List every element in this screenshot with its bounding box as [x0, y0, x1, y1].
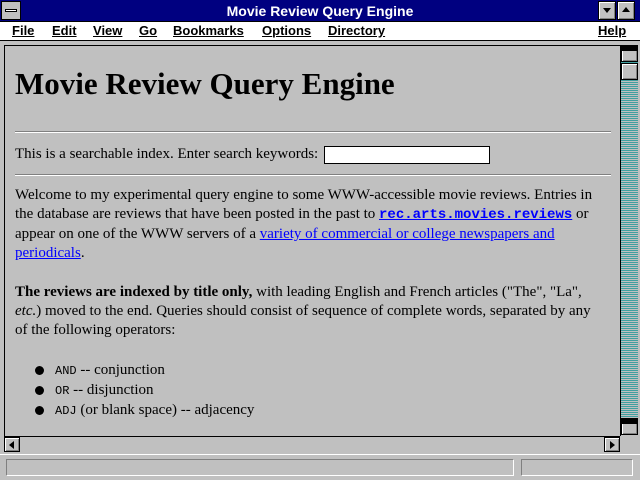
list-item: OR -- disjunction: [35, 381, 254, 401]
scroll-left-icon: [9, 441, 14, 449]
scroll-right-icon: [610, 441, 615, 449]
minimize-button[interactable]: [598, 1, 616, 20]
intro-text: .: [80, 245, 85, 261]
minimize-icon: [603, 8, 611, 13]
menu-edit[interactable]: Edit: [52, 23, 77, 38]
page-content: Movie Review Query Engine This is a sear…: [15, 46, 615, 418]
menu-help[interactable]: Help: [598, 23, 626, 38]
bullet-icon: [35, 366, 44, 375]
status-text: [6, 459, 514, 476]
search-row: This is a searchable index. Enter search…: [15, 144, 490, 164]
progress-indicator: [521, 459, 633, 476]
divider: [15, 174, 611, 176]
index-text: ) moved to the end. Queries should consi…: [15, 303, 591, 338]
operator-keyword: ADJ: [55, 404, 77, 418]
intro-paragraph: Welcome to my experimental query engine …: [15, 186, 605, 263]
operator-description: -- disjunction: [69, 382, 154, 398]
search-input[interactable]: [323, 145, 490, 164]
title-bar[interactable]: Movie Review Query Engine: [0, 0, 640, 22]
document-view[interactable]: Movie Review Query Engine This is a sear…: [4, 45, 620, 436]
scroll-thumb[interactable]: [621, 63, 638, 80]
operator-description: -- conjunction: [76, 362, 165, 378]
newsgroup-link[interactable]: rec.arts.movies.reviews: [379, 207, 572, 223]
bullet-icon: [35, 386, 44, 395]
index-text: with leading English and French articles…: [252, 284, 582, 300]
menu-view[interactable]: View: [93, 23, 122, 38]
list-item: AND -- conjunction: [35, 361, 254, 381]
scroll-down-button[interactable]: [621, 418, 638, 435]
divider: [15, 131, 611, 133]
horizontal-scrollbar[interactable]: [4, 436, 620, 452]
status-bar: [0, 454, 640, 480]
window-title: Movie Review Query Engine: [226, 3, 414, 19]
index-italic-text: etc.: [15, 303, 37, 319]
page-title: Movie Review Query Engine: [15, 66, 395, 101]
menu-options[interactable]: Options: [262, 23, 311, 38]
scroll-left-button[interactable]: [4, 437, 20, 452]
maximize-icon: [622, 7, 630, 12]
list-item: ADJ (or blank space) -- adjacency: [35, 401, 254, 421]
search-label: This is a searchable index. Enter search…: [15, 146, 319, 162]
scroll-up-icon: [622, 46, 637, 51]
menu-bookmarks[interactable]: Bookmarks: [173, 23, 244, 38]
menu-go[interactable]: Go: [139, 23, 157, 38]
scroll-down-icon: [622, 419, 637, 424]
vertical-scrollbar[interactable]: [620, 45, 638, 436]
scroll-right-button[interactable]: [604, 437, 620, 452]
index-bold-text: The reviews are indexed by title only,: [15, 284, 253, 300]
maximize-button[interactable]: [617, 1, 635, 20]
menu-directory[interactable]: Directory: [328, 23, 385, 38]
menu-file[interactable]: File: [12, 23, 34, 38]
scroll-up-button[interactable]: [621, 45, 638, 62]
operator-description: (or blank space) -- adjacency: [76, 402, 255, 418]
browser-window: Movie Review Query Engine File Edit View…: [0, 0, 640, 480]
operator-keyword: OR: [55, 384, 70, 398]
index-paragraph: The reviews are indexed by title only, w…: [15, 283, 605, 340]
menu-bar: File Edit View Go Bookmarks Options Dire…: [0, 22, 640, 41]
operator-list: AND -- conjunction OR -- disjunction ADJ…: [35, 361, 254, 421]
bullet-icon: [35, 406, 44, 415]
operator-keyword: AND: [55, 364, 77, 378]
